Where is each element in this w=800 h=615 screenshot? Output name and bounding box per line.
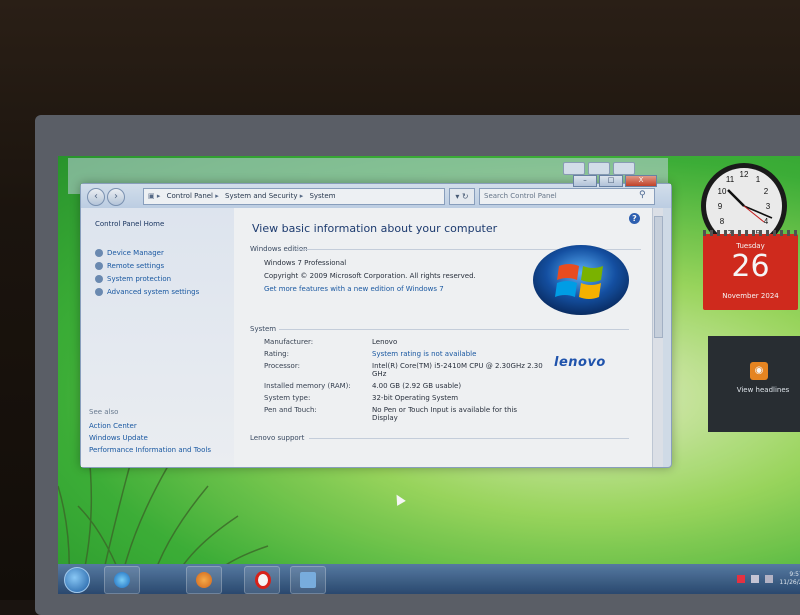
flag-icon[interactable] [737,575,746,583]
caption-buttons: – □ X [573,175,657,187]
taskbar-media-player[interactable] [186,566,222,594]
rating-label: Rating: [264,350,289,358]
mouse-cursor [392,492,406,506]
system-tray: 9:57 AM11/26/2024 [737,568,800,590]
edition-name: Windows 7 Professional [264,259,347,267]
background-close-button[interactable] [613,162,635,175]
taskbar-network[interactable] [290,566,326,594]
svg-text:10: 10 [718,187,727,196]
refresh-button[interactable]: ▾ ↻ [449,188,475,205]
see-also-heading: See also [89,408,119,416]
pen-touch-label: Pen and Touch: [264,406,317,414]
help-icon[interactable]: ? [629,213,640,224]
scrollbar-thumb[interactable] [654,216,663,338]
background-maximize-button[interactable] [588,162,610,175]
remote-settings-link[interactable]: Remote settings [95,262,164,270]
page-title: View basic information about your comput… [252,222,498,235]
svg-text:3: 3 [766,202,771,211]
pen-touch-value: No Pen or Touch Input is available for t… [372,406,517,422]
breadcrumb-system[interactable]: System [309,192,335,200]
memory-value: 4.00 GB (2.92 GB usable) [372,382,462,390]
search-icon[interactable]: ⚲ [639,190,646,200]
performance-info-link[interactable]: Performance Information and Tools [89,446,219,454]
system-type-label: System type: [264,394,311,402]
more-features-link[interactable]: Get more features with a new edition of … [264,285,444,293]
breadcrumb-control-panel[interactable]: Control Panel [167,192,213,200]
media-player-icon [196,572,212,588]
maximize-button[interactable]: □ [599,175,623,187]
svg-text:2: 2 [764,187,769,196]
clock-readout[interactable]: 9:57 AM11/26/2024 [779,571,800,587]
system-window: ‹ › ▣ ▸ Control Panel ▸ System and Secur… [80,175,672,468]
system-protection-link[interactable]: System protection [95,275,171,283]
windows-update-link[interactable]: Windows Update [89,434,219,442]
background-minimize-button[interactable] [563,162,585,175]
minimize-button[interactable]: – [573,175,597,187]
divider [279,329,629,330]
lenovo-logo: lenovo [554,355,606,370]
memory-label: Installed memory (RAM): [264,382,351,390]
shield-icon [95,262,103,270]
feed-headlines-gadget[interactable]: ◉ View headlines [708,336,800,432]
network-icon [300,572,316,588]
title-bar: ‹ › ▣ ▸ Control Panel ▸ System and Secur… [81,175,671,208]
taskbar-opera[interactable] [244,566,280,594]
forward-button[interactable]: › [107,188,125,206]
calendar-rings [703,230,798,236]
shield-icon [95,288,103,296]
lenovo-support-heading: Lenovo support [250,434,305,442]
action-center-link[interactable]: Action Center [89,422,219,430]
shield-icon [95,275,103,283]
rss-icon: ◉ [750,362,768,380]
svg-text:8: 8 [720,217,725,226]
search-input[interactable]: Search Control Panel [479,188,655,205]
back-button[interactable]: ‹ [87,188,105,206]
windows-logo [533,245,629,315]
close-button[interactable]: X [625,175,657,187]
rating-link[interactable]: System rating is not available [372,350,547,358]
battery-icon[interactable] [751,575,760,583]
calendar-day: 26 [731,249,770,284]
manufacturer-label: Manufacturer: [264,338,314,346]
start-button[interactable] [64,567,90,593]
svg-text:11: 11 [726,175,735,184]
view-headlines-label[interactable]: View headlines [708,386,800,394]
calendar-gadget: Tuesday 26 November 2024 [703,230,798,310]
volume-icon[interactable] [765,575,774,583]
system-heading: System [250,325,277,333]
taskbar-internet-explorer[interactable] [104,566,140,594]
divider [309,438,629,439]
taskbar: 9:57 AM11/26/2024 [58,564,800,594]
opera-icon [255,571,271,589]
advanced-settings-link[interactable]: Advanced system settings [95,288,199,296]
svg-text:1: 1 [756,175,761,184]
desktop: ‹ › ▣ ▸ Control Panel ▸ System and Secur… [58,156,800,594]
copyright-text: Copyright © 2009 Microsoft Corporation. … [264,272,476,280]
vertical-scrollbar[interactable] [652,208,663,467]
svg-text:9: 9 [718,202,723,211]
shield-icon [95,249,103,257]
processor-value: Intel(R) Core(TM) i5-2410M CPU @ 2.30GHz… [372,362,543,378]
device-manager-link[interactable]: Device Manager [95,249,164,257]
manufacturer-value: Lenovo [372,338,398,346]
control-panel-home-link[interactable]: Control Panel Home [95,220,164,228]
internet-explorer-icon [114,572,130,588]
folder-icon: ▣ ▸ [148,192,161,200]
svg-text:4: 4 [764,217,769,226]
system-type-value: 32-bit Operating System [372,394,459,402]
breadcrumb-system-security[interactable]: System and Security [225,192,297,200]
svg-text:12: 12 [740,170,749,179]
sidebar: Control Panel Home Device Manager Remote… [81,208,234,467]
address-bar[interactable]: ▣ ▸ Control Panel ▸ System and Security … [143,188,445,205]
calendar-month-year: November 2024 [722,292,779,300]
processor-label: Processor: [264,362,300,370]
main-content: View basic information about your comput… [234,208,652,467]
